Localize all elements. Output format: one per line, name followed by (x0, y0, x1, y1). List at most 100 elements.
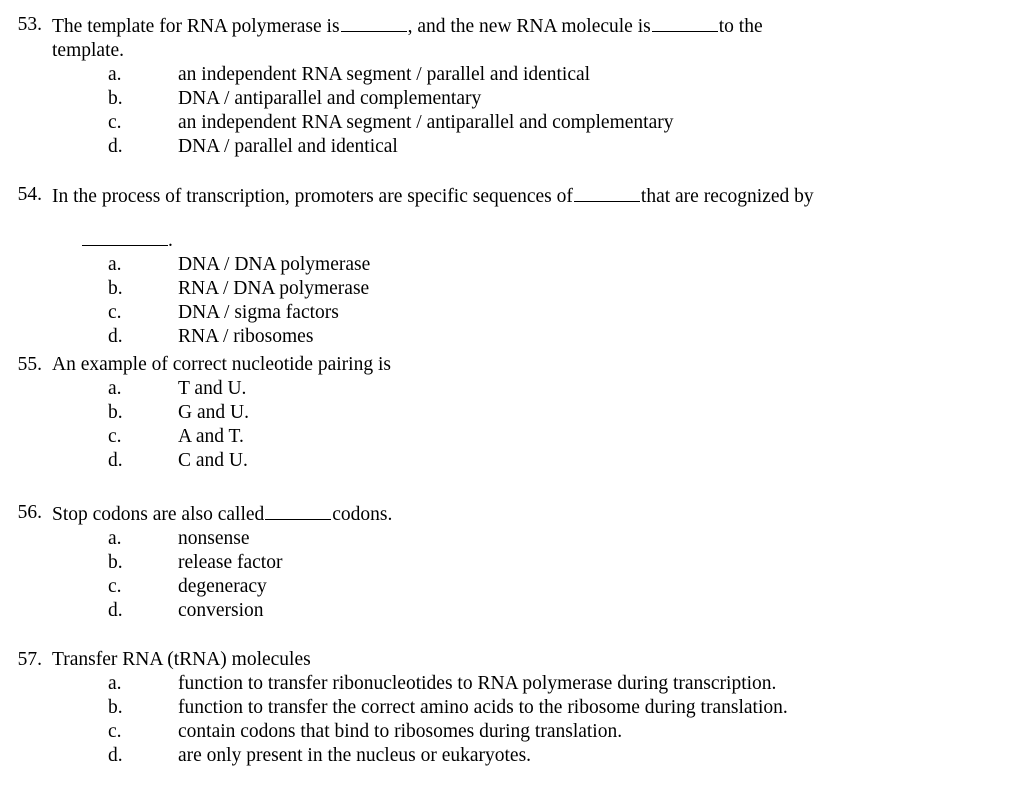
question-56-number: 56. (17, 502, 42, 523)
option-text: RNA / ribosomes (178, 325, 314, 347)
question-56-blank-1 (265, 501, 332, 520)
question-55-option-b[interactable]: b. G and U. (0, 401, 1000, 425)
option-letter: b. (108, 551, 123, 573)
option-letter: d. (108, 450, 123, 471)
question-53-option-c[interactable]: c. an independent RNA segment / antipara… (0, 111, 1000, 135)
option-text: T and U. (178, 378, 247, 399)
question-54-option-a[interactable]: a. DNA / DNA polymerase (0, 253, 1000, 277)
question-55: 55. An example of correct nucleotide pai… (0, 353, 1000, 473)
option-letter: c. (108, 721, 122, 742)
question-57-options: a. function to transfer ribonucleotides … (0, 672, 1000, 768)
question-55-stem-row: 55. An example of correct nucleotide pai… (0, 353, 1000, 377)
question-54-stem: In the process of transcription, promote… (52, 183, 932, 209)
question-56-option-a[interactable]: a. nonsense (0, 527, 1000, 551)
question-54: 54. In the process of transcription, pro… (0, 183, 1000, 349)
question-54-period: . (168, 229, 173, 251)
question-57-option-d[interactable]: d. are only present in the nucleus or eu… (0, 744, 1000, 768)
option-letter: b. (108, 697, 123, 718)
question-56-stem-row: 56. Stop codons are also called codons. (0, 501, 1000, 527)
question-53-stem-part1: The template for RNA polymerase is (52, 15, 340, 37)
question-53: 53. The template for RNA polymerase is , … (0, 13, 1000, 159)
option-text: nonsense (178, 527, 250, 549)
question-53-blank-2 (651, 13, 718, 32)
question-53-option-a[interactable]: a. an independent RNA segment / parallel… (0, 63, 1000, 87)
question-53-option-b[interactable]: b. DNA / antiparallel and complementary (0, 87, 1000, 111)
question-54-blank-2 (82, 227, 168, 246)
option-text: an independent RNA segment / antiparalle… (178, 111, 674, 133)
question-57-option-a[interactable]: a. function to transfer ribonucleotides … (0, 672, 1000, 696)
question-54-stem-part1: In the process of transcription, promote… (52, 185, 573, 207)
option-letter: a. (108, 63, 122, 85)
option-text: conversion (178, 599, 264, 621)
question-57-option-b[interactable]: b. function to transfer the correct amin… (0, 696, 1000, 720)
option-letter: c. (108, 301, 122, 323)
question-57-stem: Transfer RNA (tRNA) molecules (52, 649, 311, 670)
question-57: 57. Transfer RNA (tRNA) molecules a. fun… (0, 648, 1000, 768)
question-53-stem-row: 53. The template for RNA polymerase is , … (0, 13, 1000, 39)
question-53-number: 53. (17, 14, 42, 35)
option-text: degeneracy (178, 575, 267, 597)
question-55-options: a. T and U. b. G and U. c. A and T. d. C… (0, 377, 1000, 473)
option-text: C and U. (178, 450, 248, 471)
question-56-option-c[interactable]: c. degeneracy (0, 575, 1000, 599)
question-53-stem: The template for RNA polymerase is , and … (52, 13, 932, 39)
question-54-stem-line2: . (82, 227, 1000, 253)
question-53-stem-part3: to the (718, 15, 763, 37)
option-text: an independent RNA segment / parallel an… (178, 63, 591, 85)
option-letter: c. (108, 111, 122, 133)
option-text: DNA / parallel and identical (178, 135, 398, 157)
question-57-stem-row: 57. Transfer RNA (tRNA) molecules (0, 648, 1000, 672)
question-55-stem: An example of correct nucleotide pairing… (52, 354, 391, 375)
question-57-option-c[interactable]: c. contain codons that bind to ribosomes… (0, 720, 1000, 744)
question-54-option-c[interactable]: c. DNA / sigma factors (0, 301, 1000, 325)
question-56-stem: Stop codons are also called codons. (52, 501, 932, 527)
question-57-number: 57. (17, 649, 42, 670)
option-text: A and T. (178, 426, 244, 447)
question-53-options: a. an independent RNA segment / parallel… (0, 63, 1000, 159)
option-letter: a. (108, 527, 122, 549)
option-letter: a. (108, 673, 122, 694)
question-54-options: a. DNA / DNA polymerase b. RNA / DNA pol… (0, 253, 1000, 349)
question-53-stem-line2: template. (52, 39, 125, 61)
option-text: RNA / DNA polymerase (178, 277, 370, 299)
option-letter: d. (108, 325, 123, 347)
option-letter: a. (108, 378, 122, 399)
question-54-stem-row: 54. In the process of transcription, pro… (0, 183, 1000, 209)
option-text: contain codons that bind to ribosomes du… (178, 721, 623, 742)
option-text: are only present in the nucleus or eukar… (178, 745, 532, 766)
question-56-stem-part1: Stop codons are also called (52, 503, 265, 525)
option-letter: b. (108, 277, 123, 299)
option-text: DNA / sigma factors (178, 301, 339, 323)
question-56: 56. Stop codons are also called codons. a… (0, 501, 1000, 623)
option-text: function to transfer the correct amino a… (178, 697, 788, 718)
question-56-options: a. nonsense b. release factor c. degener… (0, 527, 1000, 623)
option-letter: d. (108, 599, 123, 621)
question-53-blank-1 (340, 13, 407, 32)
option-letter: a. (108, 253, 122, 275)
question-56-stem-part2: codons. (332, 503, 393, 525)
option-text: function to transfer ribonucleotides to … (178, 673, 777, 694)
question-55-option-a[interactable]: a. T and U. (0, 377, 1000, 401)
question-55-number: 55. (17, 354, 42, 375)
option-letter: c. (108, 426, 122, 447)
question-55-option-d[interactable]: d. C and U. (0, 449, 1000, 473)
question-54-stem-part2: that are recognized by (640, 185, 814, 207)
question-56-option-b[interactable]: b. release factor (0, 551, 1000, 575)
question-54-blank-1 (573, 183, 640, 202)
option-letter: b. (108, 87, 123, 109)
question-53-stem-part2: , and the new RNA molecule is (407, 15, 651, 37)
exam-page: 53. The template for RNA polymerase is , … (0, 0, 1024, 788)
option-text: release factor (178, 551, 283, 573)
option-text: DNA / antiparallel and complementary (178, 87, 482, 109)
option-letter: b. (108, 402, 123, 423)
question-54-option-d[interactable]: d. RNA / ribosomes (0, 325, 1000, 349)
option-letter: d. (108, 745, 123, 766)
question-54-number: 54. (17, 184, 42, 205)
option-text: G and U. (178, 402, 249, 423)
option-letter: d. (108, 135, 123, 157)
option-text: DNA / DNA polymerase (178, 253, 371, 275)
question-54-option-b[interactable]: b. RNA / DNA polymerase (0, 277, 1000, 301)
question-53-option-d[interactable]: d. DNA / parallel and identical (0, 135, 1000, 159)
question-56-option-d[interactable]: d. conversion (0, 599, 1000, 623)
question-55-option-c[interactable]: c. A and T. (0, 425, 1000, 449)
